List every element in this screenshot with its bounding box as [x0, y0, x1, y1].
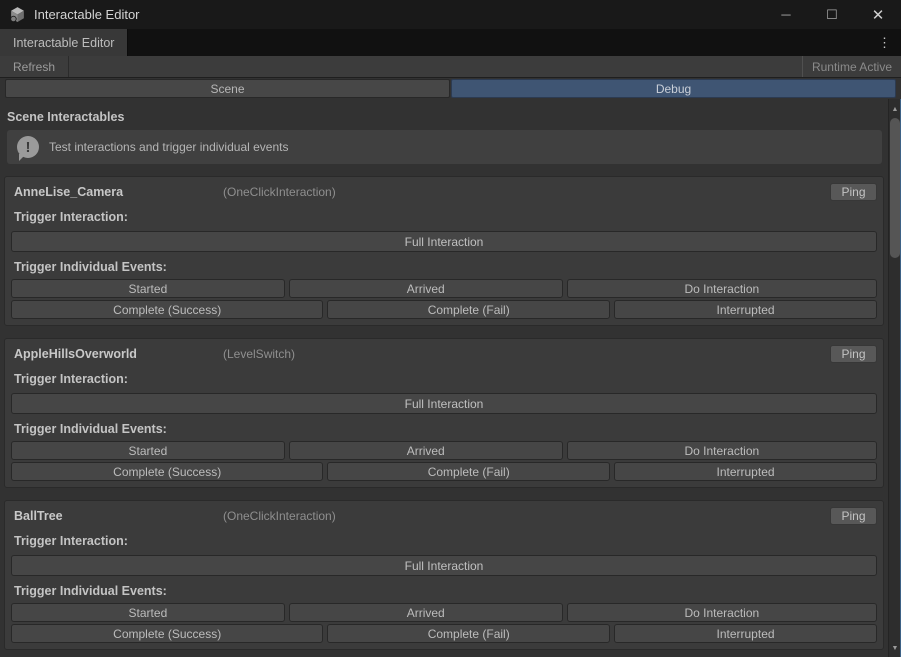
tab-interactable-editor[interactable]: Interactable Editor — [0, 29, 128, 56]
do-interaction-button[interactable]: Do Interaction — [567, 441, 877, 460]
interactable-card: AppleHillsOverworld (LevelSwitch) Ping T… — [4, 338, 884, 488]
event-button-row: Complete (Success) Complete (Fail) Inter… — [11, 624, 877, 643]
started-button[interactable]: Started — [11, 441, 285, 460]
interactable-card: AnneLise_Camera (OneClickInteraction) Pi… — [4, 176, 884, 326]
ping-button[interactable]: Ping — [830, 507, 877, 525]
ping-button[interactable]: Ping — [830, 183, 877, 201]
complete-success-button[interactable]: Complete (Success) — [11, 624, 323, 643]
interactable-name: AnneLise_Camera — [14, 185, 223, 199]
card-header: AppleHillsOverworld (LevelSwitch) Ping — [9, 344, 879, 364]
arrived-button[interactable]: Arrived — [289, 279, 563, 298]
help-box-text: Test interactions and trigger individual… — [49, 140, 288, 154]
view-tabs: Scene Debug — [0, 78, 901, 99]
arrived-button[interactable]: Arrived — [289, 441, 563, 460]
card-header: BallTree (OneClickInteraction) Ping — [9, 506, 879, 526]
interactable-name: AppleHillsOverworld — [14, 347, 223, 361]
started-button[interactable]: Started — [11, 279, 285, 298]
trigger-interaction-label: Trigger Interaction: — [14, 372, 877, 386]
tab-scene[interactable]: Scene — [5, 79, 450, 98]
close-button[interactable]: ✕ — [855, 0, 901, 29]
scene-interactables-panel: Scene Interactables ! Test interactions … — [0, 99, 888, 657]
editor-tabstrip: Interactable Editor ⋮ — [0, 29, 901, 56]
complete-fail-button[interactable]: Complete (Fail) — [327, 300, 610, 319]
interactable-card: BallTree (OneClickInteraction) Ping Trig… — [4, 500, 884, 650]
trigger-events-label: Trigger Individual Events: — [14, 260, 877, 274]
refresh-button[interactable]: Refresh — [0, 56, 69, 77]
help-box: ! Test interactions and trigger individu… — [7, 130, 882, 164]
interrupted-button[interactable]: Interrupted — [614, 462, 877, 481]
toolbar: Refresh Runtime Active — [0, 56, 901, 78]
full-interaction-button[interactable]: Full Interaction — [11, 393, 877, 414]
started-button[interactable]: Started — [11, 603, 285, 622]
runtime-active-toggle[interactable]: Runtime Active — [802, 56, 901, 77]
window-title: Interactable Editor — [34, 7, 140, 22]
page-title: Scene Interactables — [7, 110, 880, 124]
minimize-button[interactable]: ─ — [763, 0, 809, 29]
interrupted-button[interactable]: Interrupted — [614, 624, 877, 643]
event-button-row: Started Arrived Do Interaction — [11, 279, 877, 298]
complete-success-button[interactable]: Complete (Success) — [11, 300, 323, 319]
event-button-row: Started Arrived Do Interaction — [11, 603, 877, 622]
complete-fail-button[interactable]: Complete (Fail) — [327, 462, 610, 481]
interactable-editor-window: Interactable Editor ─ ☐ ✕ Interactable E… — [0, 0, 901, 657]
interactable-type: (LevelSwitch) — [223, 347, 295, 361]
titlebar: Interactable Editor ─ ☐ ✕ — [0, 0, 901, 29]
trigger-interaction-label: Trigger Interaction: — [14, 210, 877, 224]
card-header: AnneLise_Camera (OneClickInteraction) Pi… — [9, 182, 879, 202]
do-interaction-button[interactable]: Do Interaction — [567, 603, 877, 622]
trigger-events-label: Trigger Individual Events: — [14, 584, 877, 598]
full-interaction-button[interactable]: Full Interaction — [11, 231, 877, 252]
complete-fail-button[interactable]: Complete (Fail) — [327, 624, 610, 643]
scrollbar-thumb[interactable] — [890, 118, 900, 258]
trigger-events-label: Trigger Individual Events: — [14, 422, 877, 436]
interactable-name: BallTree — [14, 509, 223, 523]
event-button-row: Complete (Success) Complete (Fail) Inter… — [11, 462, 877, 481]
maximize-button[interactable]: ☐ — [809, 0, 855, 29]
interactable-type: (OneClickInteraction) — [223, 509, 336, 523]
tab-context-menu-icon[interactable]: ⋮ — [874, 29, 895, 56]
trigger-interaction-label: Trigger Interaction: — [14, 534, 877, 548]
event-button-row: Started Arrived Do Interaction — [11, 441, 877, 460]
ping-button[interactable]: Ping — [830, 345, 877, 363]
window-controls: ─ ☐ ✕ — [763, 0, 901, 29]
arrived-button[interactable]: Arrived — [289, 603, 563, 622]
event-button-row: Complete (Success) Complete (Fail) Inter… — [11, 300, 877, 319]
full-interaction-button[interactable]: Full Interaction — [11, 555, 877, 576]
do-interaction-button[interactable]: Do Interaction — [567, 279, 877, 298]
unity-cube-icon — [9, 6, 26, 23]
interactable-type: (OneClickInteraction) — [223, 185, 336, 199]
interrupted-button[interactable]: Interrupted — [614, 300, 877, 319]
info-icon: ! — [17, 136, 39, 158]
complete-success-button[interactable]: Complete (Success) — [11, 462, 323, 481]
tab-debug[interactable]: Debug — [451, 79, 896, 98]
